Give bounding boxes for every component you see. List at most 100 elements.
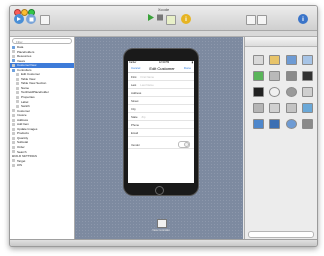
table-view-icon-glyph xyxy=(285,55,297,65)
grid-icon[interactable] xyxy=(283,100,300,116)
file-icon xyxy=(12,109,15,113)
assistant-editor-button[interactable] xyxy=(257,15,267,25)
form-row[interactable]: State Zip xyxy=(128,113,194,121)
slider-icon[interactable] xyxy=(250,100,267,116)
circle-icon-glyph xyxy=(269,87,281,97)
globe-icon[interactable] xyxy=(283,116,300,132)
field-placeholder: Last Name xyxy=(140,82,154,87)
breakpoints-button[interactable] xyxy=(166,15,176,25)
navigator-item[interactable]: iOS xyxy=(10,163,74,168)
folder-icon xyxy=(12,59,15,63)
file-icon xyxy=(12,63,15,67)
file-icon xyxy=(16,100,19,104)
form-row[interactable]: Address xyxy=(128,89,194,97)
file-icon xyxy=(12,54,15,58)
calendar-icon[interactable] xyxy=(267,100,284,116)
file-icon xyxy=(12,123,15,127)
form-row[interactable]: City xyxy=(128,105,194,113)
status-time: 12:34 PM xyxy=(158,61,170,64)
field-label: First xyxy=(131,74,137,79)
stop-button[interactable] xyxy=(26,14,36,24)
folder-icon[interactable] xyxy=(250,116,267,132)
file-icon xyxy=(16,104,19,108)
file-icon xyxy=(16,86,19,90)
vendor-switch[interactable] xyxy=(178,141,190,148)
form-row[interactable]: Last Last Name xyxy=(128,81,194,89)
field-label: Street xyxy=(131,98,139,103)
nav-done-button[interactable]: Done xyxy=(184,66,191,70)
slider-icon-glyph xyxy=(252,103,264,113)
file-icon xyxy=(12,127,15,131)
organizer-button[interactable] xyxy=(181,14,191,24)
field-label: City xyxy=(131,106,136,111)
navigation-bar: Cancel Edit Customer Done xyxy=(128,64,194,73)
folder-icon-glyph xyxy=(252,119,264,129)
form-fields: First First Name Last Last Name Address Stree… xyxy=(128,73,194,137)
toggle-icon[interactable] xyxy=(250,68,267,84)
form-row[interactable]: Phone xyxy=(128,121,194,129)
file-icon xyxy=(12,113,15,117)
form-row[interactable]: Email xyxy=(128,129,194,137)
project-navigator: Filter Data Placeholders Resources Views Cus… xyxy=(10,37,75,240)
file-icon xyxy=(12,141,15,145)
line-icon-glyph xyxy=(252,87,264,97)
line-icon[interactable] xyxy=(250,84,267,100)
file-icon xyxy=(12,118,15,122)
utilities-panel xyxy=(244,37,317,240)
file-icon xyxy=(12,136,15,140)
iphone-frame: Carrier 12:34 PM ▮ Cancel Edit Customer … xyxy=(123,48,199,196)
run-button[interactable] xyxy=(14,14,24,24)
home-button xyxy=(155,186,164,195)
file-icon xyxy=(12,132,15,136)
gear-icon-glyph xyxy=(285,87,297,97)
switch-label: Vendor xyxy=(131,142,140,147)
file-icon xyxy=(12,159,15,163)
folder-icon xyxy=(12,68,15,72)
file-icon xyxy=(12,150,15,154)
text-icon-glyph xyxy=(302,71,314,81)
battery-icon: ▮ xyxy=(191,61,193,64)
settings-icon[interactable] xyxy=(300,116,317,132)
view-icon[interactable] xyxy=(250,52,267,68)
collection-view-icon-glyph xyxy=(302,55,314,65)
inspector-button[interactable] xyxy=(298,14,308,24)
circle-icon[interactable] xyxy=(267,84,284,100)
editor-toggle-button[interactable] xyxy=(246,15,256,25)
button-icon[interactable] xyxy=(283,68,300,84)
nav-title: Edit Customer xyxy=(149,65,175,71)
scene-dock-label: View Controller xyxy=(152,229,170,232)
object-library xyxy=(250,52,316,132)
calendar-icon-glyph xyxy=(269,103,281,113)
cube-icon-glyph xyxy=(269,119,281,129)
navigator-tree: Data Placeholders Resources Views CustomerVi… xyxy=(10,45,74,168)
settings-icon-glyph xyxy=(302,119,314,129)
toolbar: Xcode xyxy=(10,6,317,31)
info-icon xyxy=(302,16,304,21)
field-label: Last xyxy=(131,82,137,87)
storyboard-canvas[interactable]: Carrier 12:34 PM ▮ Cancel Edit Customer … xyxy=(75,37,243,240)
file-icon xyxy=(16,82,19,86)
form-row[interactable]: First First Name xyxy=(128,73,194,81)
file-icon xyxy=(16,73,19,77)
play-icon[interactable] xyxy=(147,13,155,22)
table-view-icon[interactable] xyxy=(283,52,300,68)
view-controller-icon[interactable] xyxy=(267,52,284,68)
stop-icon[interactable] xyxy=(156,13,164,22)
scheme-button[interactable] xyxy=(40,15,50,25)
text-icon[interactable] xyxy=(300,68,317,84)
progress-icon[interactable] xyxy=(300,84,317,100)
scene-dock-icon[interactable] xyxy=(157,219,167,228)
form-row[interactable]: Street xyxy=(128,97,194,105)
library-search-input[interactable] xyxy=(248,231,314,238)
navigator-search-input[interactable]: Filter xyxy=(12,38,72,44)
gear-icon[interactable] xyxy=(283,84,300,100)
file-icon xyxy=(12,145,15,149)
image-icon[interactable] xyxy=(300,100,317,116)
field-label: State xyxy=(131,114,138,119)
cube-icon[interactable] xyxy=(267,116,284,132)
segmented-icon[interactable] xyxy=(267,68,284,84)
field-label: Address xyxy=(131,90,142,95)
collection-view-icon[interactable] xyxy=(300,52,317,68)
nav-cancel-button[interactable]: Cancel xyxy=(131,66,140,70)
segmented-icon-glyph xyxy=(269,71,281,81)
